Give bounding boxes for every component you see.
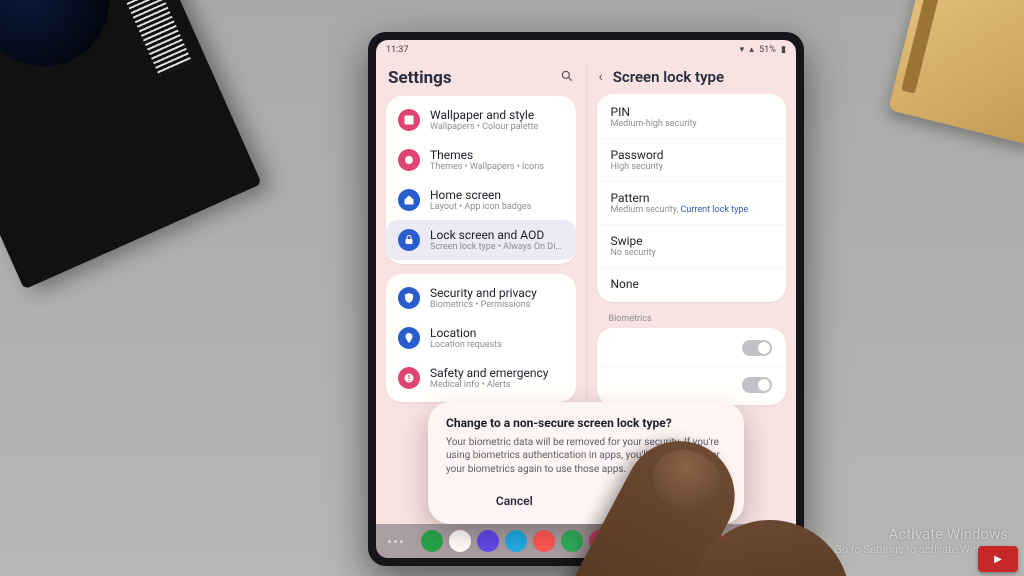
row-subtitle: Layout • App icon badges — [430, 202, 531, 212]
channel-badge: ▶ — [978, 546, 1018, 572]
sidebar-item-shield[interactable]: Security and privacyBiometrics • Permiss… — [386, 278, 576, 318]
back-icon[interactable]: ‹ — [599, 69, 603, 85]
row-text: ThemesThemes • Wallpapers • Icons — [430, 148, 544, 172]
detail-header: ‹ Screen lock type — [587, 60, 797, 90]
taskbar-app-0[interactable] — [421, 530, 443, 552]
biometrics-card — [597, 328, 787, 405]
detail-title: Screen lock type — [613, 68, 724, 86]
taskbar-app-3[interactable] — [505, 530, 527, 552]
wallpaper-icon — [398, 109, 420, 131]
lock-option-pin[interactable]: PINMedium-high security — [597, 96, 787, 138]
taskbar-app-2[interactable] — [477, 530, 499, 552]
battery-icon: ▮ — [781, 45, 786, 55]
row-text: Security and privacyBiometrics • Permiss… — [430, 286, 537, 310]
shield-icon — [398, 287, 420, 309]
row-title: Themes — [430, 148, 544, 162]
wifi-icon: ▾ — [740, 45, 745, 55]
search-icon[interactable] — [560, 69, 574, 87]
row-title: Location — [430, 326, 502, 340]
settings-title: Settings — [388, 68, 452, 88]
battery-label: 51% — [759, 45, 776, 55]
biometric-toggle-1[interactable] — [597, 366, 787, 403]
scene: Galaxy Z Fold6 11:37 ▾ ▴ 51% ▮ Settings — [0, 0, 1024, 576]
row-text: Home screenLayout • App icon badges — [430, 188, 531, 212]
lock-icon — [398, 229, 420, 251]
location-icon — [398, 327, 420, 349]
option-title: Swipe — [611, 234, 773, 248]
row-subtitle: Biometrics • Permissions — [430, 300, 537, 310]
watermark-line1: Activate Windows — [834, 525, 1008, 543]
row-title: Security and privacy — [430, 286, 537, 300]
status-right: ▾ ▴ 51% ▮ — [737, 45, 786, 55]
option-subtitle: No security — [611, 248, 773, 258]
option-title: Pattern — [611, 191, 773, 205]
option-title: PIN — [611, 105, 773, 119]
row-subtitle: Screen lock type • Always On Display — [430, 242, 564, 252]
option-subtitle: Medium-high security — [611, 119, 773, 129]
themes-icon — [398, 149, 420, 171]
sidebar-item-themes[interactable]: ThemesThemes • Wallpapers • Icons — [386, 140, 576, 180]
taskbar-app-4[interactable] — [533, 530, 555, 552]
row-title: Wallpaper and style — [430, 108, 538, 122]
lock-options-card: PINMedium-high securityPasswordHigh secu… — [597, 94, 787, 302]
option-subtitle: High security — [611, 162, 773, 172]
row-text: Wallpaper and styleWallpapers • Colour p… — [430, 108, 538, 132]
device-screen: 11:37 ▾ ▴ 51% ▮ Settings — [376, 40, 796, 558]
row-title: Lock screen and AOD — [430, 228, 564, 242]
wooden-object — [888, 0, 1024, 146]
barcode — [102, 0, 192, 76]
product-box-art — [0, 0, 130, 87]
row-title: Home screen — [430, 188, 531, 202]
taskbar-app-1[interactable] — [449, 530, 471, 552]
biometric-toggle-0[interactable] — [597, 330, 787, 366]
row-text: Safety and emergencyMedical info • Alert… — [430, 366, 548, 390]
sidebar-item-wallpaper[interactable]: Wallpaper and styleWallpapers • Colour p… — [386, 100, 576, 140]
taskbar-app-5[interactable] — [561, 530, 583, 552]
taskbar-menu-icon[interactable] — [388, 540, 403, 543]
settings-header: Settings — [376, 60, 586, 92]
status-bar: 11:37 ▾ ▴ 51% ▮ — [376, 40, 796, 60]
row-subtitle: Wallpapers • Colour palette — [430, 122, 538, 132]
sidebar-item-location[interactable]: LocationLocation requests — [386, 318, 576, 358]
dialog-title: Change to a non-secure screen lock type? — [446, 416, 726, 430]
lock-option-swipe[interactable]: SwipeNo security — [597, 224, 787, 267]
cancel-button[interactable]: Cancel — [492, 488, 537, 514]
sidebar-item-lock[interactable]: Lock screen and AODScreen lock type • Al… — [386, 220, 576, 260]
option-subtitle: Medium security, Current lock type — [611, 205, 773, 215]
row-text: Lock screen and AODScreen lock type • Al… — [430, 228, 564, 252]
sidebar-item-safety[interactable]: Safety and emergencyMedical info • Alert… — [386, 358, 576, 398]
toggle-switch[interactable] — [742, 377, 772, 393]
row-text: LocationLocation requests — [430, 326, 502, 350]
safety-icon — [398, 367, 420, 389]
row-subtitle: Location requests — [430, 340, 502, 350]
toggle-switch[interactable] — [742, 340, 772, 356]
biometrics-label: Biometrics — [593, 312, 791, 328]
settings-group: Wallpaper and styleWallpapers • Colour p… — [386, 96, 576, 264]
settings-group: Security and privacyBiometrics • Permiss… — [386, 274, 576, 402]
signal-icon: ▴ — [749, 45, 754, 55]
option-title: None — [611, 277, 773, 291]
lock-option-password[interactable]: PasswordHigh security — [597, 138, 787, 181]
status-time: 11:37 — [386, 45, 408, 55]
row-subtitle: Themes • Wallpapers • Icons — [430, 162, 544, 172]
row-title: Safety and emergency — [430, 366, 548, 380]
home-icon — [398, 189, 420, 211]
lock-option-pattern[interactable]: PatternMedium security, Current lock typ… — [597, 181, 787, 224]
product-box: Galaxy Z Fold6 — [0, 0, 262, 289]
option-title: Password — [611, 148, 773, 162]
sidebar-item-home[interactable]: Home screenLayout • App icon badges — [386, 180, 576, 220]
lock-option-none[interactable]: None — [597, 267, 787, 300]
row-subtitle: Medical info • Alerts — [430, 380, 548, 390]
device-frame: 11:37 ▾ ▴ 51% ▮ Settings — [368, 32, 804, 566]
